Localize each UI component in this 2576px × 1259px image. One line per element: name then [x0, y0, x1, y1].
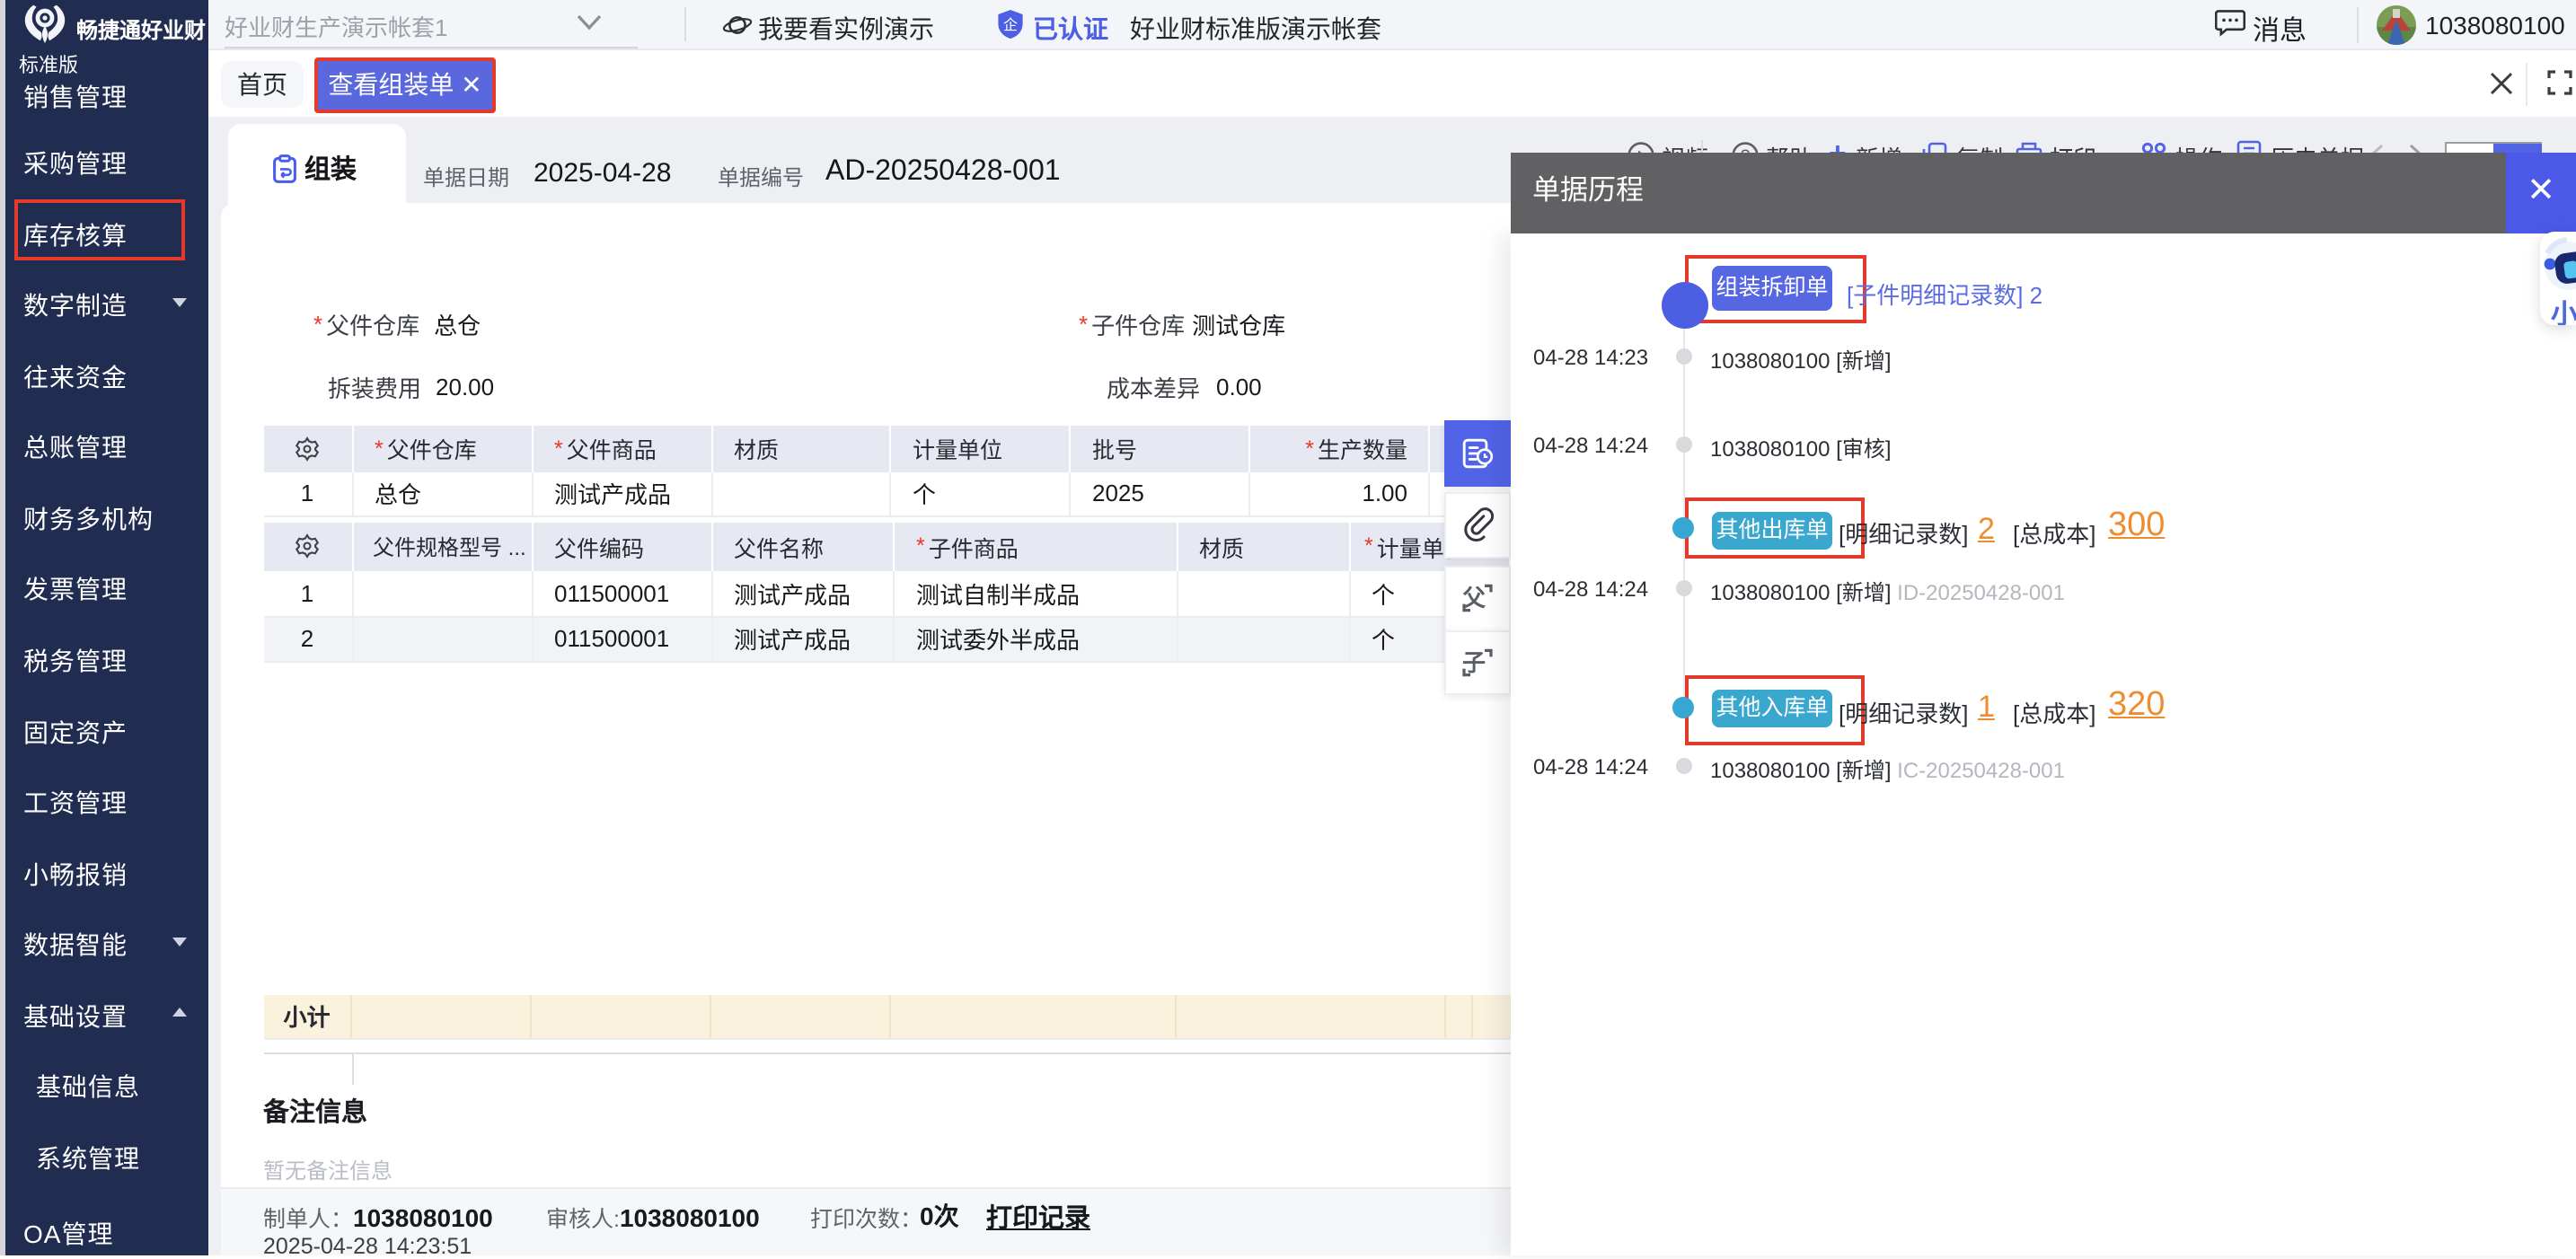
svg-text:企: 企 — [1003, 17, 1018, 33]
svg-text:父: 父 — [1462, 585, 1486, 612]
svg-text:子: 子 — [1462, 649, 1486, 676]
